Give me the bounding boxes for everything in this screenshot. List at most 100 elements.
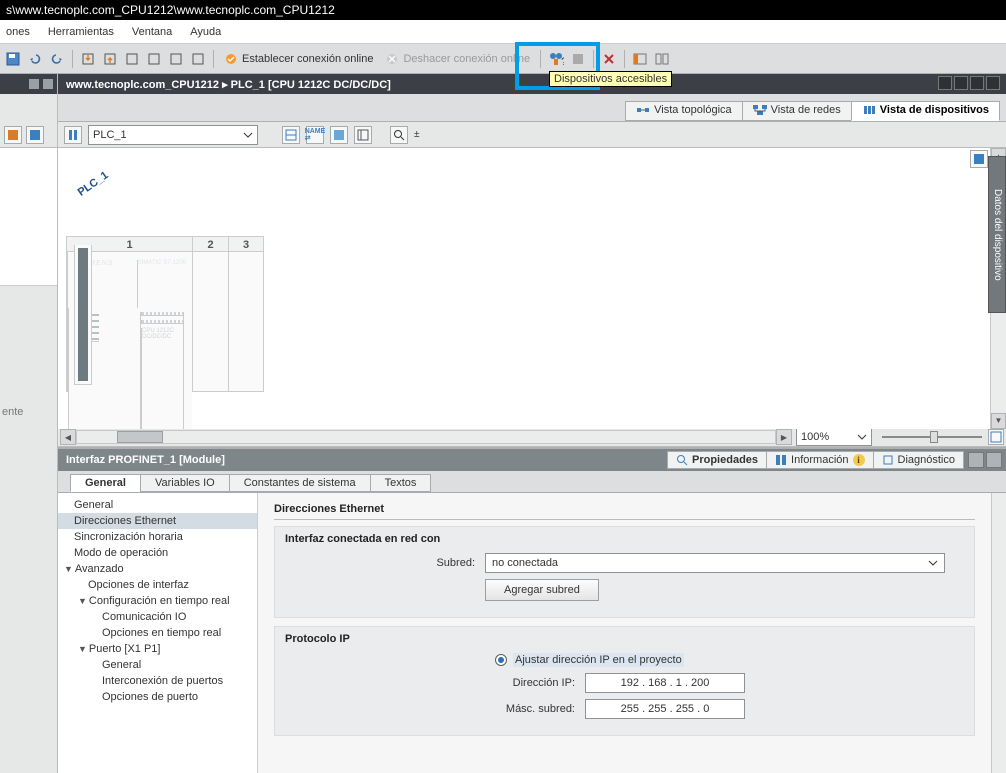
toolbar-icon[interactable] [330, 126, 348, 144]
tool-icon[interactable] [167, 50, 185, 68]
toolbar-icon[interactable] [354, 126, 372, 144]
subtab-const[interactable]: Constantes de sistema [229, 474, 371, 492]
tree-port-interconn[interactable]: Interconexión de puertos [86, 673, 257, 689]
panel-btn[interactable] [968, 452, 984, 468]
menu-window[interactable]: Ventana [132, 26, 172, 38]
slot-header: 2 [192, 236, 228, 252]
subnet-select[interactable]: no conectada [485, 553, 945, 573]
undo-icon[interactable] [26, 50, 44, 68]
tool-icon[interactable] [145, 50, 163, 68]
device-toolbar: PLC_1 NAME⇄ ± [58, 122, 1006, 148]
subtab-vario[interactable]: Variables IO [140, 474, 230, 492]
zoom-select[interactable]: 100% [796, 428, 872, 446]
rail-btn[interactable] [26, 126, 44, 144]
download-icon[interactable] [79, 50, 97, 68]
ethernet-port[interactable] [74, 245, 92, 385]
toolbar-icon[interactable]: NAME⇄ [306, 126, 324, 144]
network-icon [753, 105, 767, 115]
close-icon[interactable] [986, 76, 1000, 90]
menu-help[interactable]: Ayuda [190, 26, 221, 38]
redo-icon[interactable] [48, 50, 66, 68]
scroll-right-icon[interactable]: ▶ [776, 429, 792, 445]
toolbar-icon[interactable] [282, 126, 300, 144]
nav-icon[interactable] [29, 79, 39, 89]
minimize-icon[interactable] [938, 76, 952, 90]
mask-label: Másc. subred: [285, 703, 585, 715]
canvas-corner-icon[interactable] [970, 150, 988, 168]
tab-network[interactable]: Vista de redes [742, 101, 852, 121]
tool-icon[interactable] [569, 50, 587, 68]
go-offline-icon [385, 52, 399, 66]
rail-btn[interactable] [4, 126, 22, 144]
detail-scrollbar[interactable] [991, 493, 1006, 773]
accessible-devices-icon[interactable]: ? [547, 50, 565, 68]
tool-icon[interactable] [189, 50, 207, 68]
tree-comm-io[interactable]: Comunicación IO [86, 609, 257, 625]
cpu-module[interactable]: SIEMENS SIMATIC S7-1200 CPU 1212C DC/DC/… [67, 252, 193, 392]
tree-general[interactable]: General [58, 497, 257, 513]
cancel-icon[interactable] [600, 50, 618, 68]
tree-mode[interactable]: Modo de operación [58, 545, 257, 561]
menubar: ones Herramientas Ventana Ayuda [0, 20, 1006, 44]
properties-icon [676, 454, 688, 466]
scroll-left-icon[interactable]: ◀ [60, 429, 76, 445]
scroll-down-icon[interactable]: ▼ [991, 413, 1006, 429]
tab-topology[interactable]: Vista topológica [625, 101, 742, 121]
empty-slot[interactable] [192, 252, 228, 392]
tab-device[interactable]: Vista de dispositivos [851, 101, 1000, 121]
horizontal-scrollbar[interactable] [76, 430, 776, 444]
tree-rt-opt[interactable]: Opciones en tiempo real [86, 625, 257, 641]
subtab-text[interactable]: Textos [370, 474, 432, 492]
side-rail-device-data[interactable]: Datos del dispositivo [988, 156, 1006, 313]
diagnostics-icon [882, 454, 894, 466]
tree-rt-config[interactable]: ▼Configuración en tiempo real [72, 593, 257, 609]
ip-address-input[interactable]: 192 . 168 . 1 . 200 [585, 673, 745, 693]
topology-icon [636, 105, 650, 115]
layout-icon[interactable] [631, 50, 649, 68]
main-toolbar: Establecer conexión online Deshacer cone… [0, 44, 1006, 74]
info-icon [775, 454, 787, 466]
subnet-mask-input[interactable]: 255 . 255 . 255 . 0 [585, 699, 745, 719]
radio-set-ip[interactable] [495, 654, 507, 666]
tree-port[interactable]: ▼Puerto [X1 P1] [72, 641, 257, 657]
zoom-pm-icon[interactable]: ± [414, 129, 420, 140]
fit-icon[interactable] [988, 429, 1004, 445]
breadcrumb[interactable]: www.tecnoplc.com_CPU1212 ▸ PLC_1 [CPU 12… [66, 78, 391, 91]
slot-header: 3 [228, 236, 264, 252]
empty-slot[interactable] [228, 252, 264, 392]
tree-if-options[interactable]: Opciones de interfaz [72, 577, 257, 593]
tree-ethernet[interactable]: Direcciones Ethernet [58, 513, 257, 529]
maximize-icon[interactable] [954, 76, 968, 90]
workspace: www.tecnoplc.com_CPU1212 ▸ PLC_1 [CPU 12… [58, 74, 1006, 773]
tree-port-general[interactable]: General [86, 657, 257, 673]
tool-icon[interactable] [123, 50, 141, 68]
panel-btn[interactable] [986, 452, 1002, 468]
property-tree: General Direcciones Ethernet Sincronizac… [58, 493, 258, 773]
plc-selector[interactable]: PLC_1 [88, 125, 258, 145]
go-online-button[interactable]: Establecer conexión online [220, 52, 377, 66]
layout-icon[interactable] [653, 50, 671, 68]
tree-port-options[interactable]: Opciones de puerto [86, 689, 257, 705]
zoom-icon[interactable] [390, 126, 408, 144]
scroll-thumb[interactable] [117, 431, 163, 443]
property-detail: Direcciones Ethernet Interfaz conectada … [258, 493, 991, 773]
menu-config[interactable]: ones [6, 26, 30, 38]
tree-sync[interactable]: Sincronización horaria [58, 529, 257, 545]
restore-icon[interactable] [970, 76, 984, 90]
add-subnet-button[interactable]: Agregar subred [485, 579, 599, 601]
device-canvas[interactable]: PLC_1 1 2 3 SIEMENS SIMATIC S7-1200 [58, 148, 990, 429]
nav-icon[interactable] [43, 79, 53, 89]
menu-tools[interactable]: Herramientas [48, 26, 114, 38]
tab-diagnostics[interactable]: Diagnóstico [873, 451, 964, 469]
upload-icon[interactable] [101, 50, 119, 68]
subtab-general[interactable]: General [70, 474, 141, 492]
save-all-icon[interactable] [4, 50, 22, 68]
tab-properties[interactable]: Propiedades [667, 451, 767, 469]
cpu-label: CPU 1212C DC/DC/DC [141, 328, 183, 429]
zoom-slider[interactable] [882, 436, 982, 438]
plc-label: PLC_1 [76, 169, 111, 198]
chevron-down-icon [243, 130, 253, 140]
tab-information[interactable]: Información i [766, 451, 873, 469]
tree-advanced[interactable]: ▼Avanzado [58, 561, 257, 577]
device-module-icon[interactable] [64, 126, 82, 144]
